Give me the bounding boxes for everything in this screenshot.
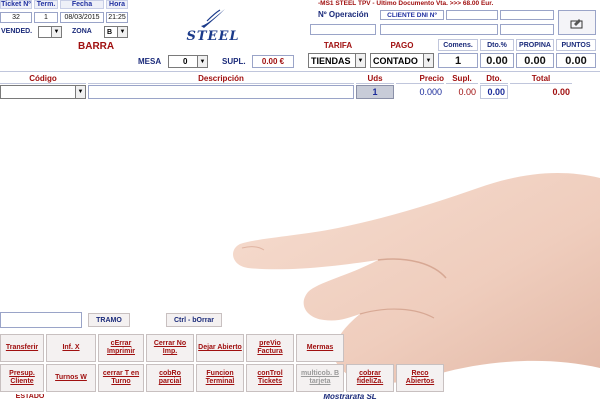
col-supl: Supl. bbox=[446, 74, 478, 84]
dto-row-field[interactable]: 0.00 bbox=[480, 85, 508, 99]
pago-label: PAGO bbox=[390, 41, 414, 50]
fecha-label: Fecha bbox=[60, 0, 104, 9]
cliente-field-a[interactable] bbox=[446, 10, 498, 20]
cliente-label: CLIENTE DNI Nº bbox=[380, 10, 444, 20]
dto-label: Dto.% bbox=[480, 39, 514, 51]
chevron-down-icon[interactable]: ▼ bbox=[75, 86, 85, 98]
zona-value: B bbox=[107, 28, 113, 36]
descripcion-field[interactable] bbox=[88, 85, 354, 99]
footer-company: Mostrarafa SL bbox=[323, 394, 377, 400]
steel-logo: STEEL bbox=[183, 2, 243, 48]
comens-field[interactable]: 1 bbox=[438, 53, 478, 68]
propina-label: PROPINA bbox=[516, 39, 554, 51]
term-label: Term. bbox=[34, 0, 58, 9]
cerrar-turno-button[interactable]: cerrar T en Turno bbox=[98, 364, 144, 392]
pago-value: CONTADO bbox=[373, 55, 418, 66]
tarifa-label: TARIFA bbox=[323, 41, 353, 50]
chevron-down-icon[interactable]: ▼ bbox=[51, 27, 61, 37]
supl-label: SUPL. bbox=[222, 57, 246, 66]
borrar-button[interactable]: Ctrl - bOrrar bbox=[166, 313, 222, 327]
vendedor-label: VENDED. bbox=[1, 28, 33, 35]
cobro-parcial-button[interactable]: cobRo parcial bbox=[146, 364, 194, 392]
comens-label: Comens. bbox=[438, 39, 478, 51]
col-codigo: Código bbox=[0, 74, 86, 84]
tarifa-select[interactable]: TIENDAS ▼ bbox=[308, 53, 366, 68]
precio-field[interactable]: 0.000 bbox=[396, 85, 444, 99]
cerrar-no-imp-button[interactable]: Cerrar No Imp. bbox=[146, 334, 194, 362]
tarifa-value: TIENDAS bbox=[311, 55, 351, 66]
status-marquee: -MS1 STEEL TPV - Ultimo Documento Vta. >… bbox=[318, 0, 494, 7]
col-precio: Precio bbox=[396, 74, 444, 84]
chevron-down-icon[interactable]: ▼ bbox=[423, 54, 433, 67]
hora-field[interactable]: 21:25 bbox=[106, 12, 128, 23]
chevron-down-icon[interactable]: ▼ bbox=[197, 56, 207, 67]
barra-label: BARRA bbox=[78, 41, 115, 52]
multicob-tarjeta-button[interactable]: multicob. B tarjeta bbox=[296, 364, 344, 392]
estado-label: ESTADO bbox=[15, 394, 45, 400]
operacion-field[interactable] bbox=[310, 24, 376, 35]
uds-field[interactable]: 1 bbox=[356, 85, 394, 99]
chevron-down-icon[interactable]: ▼ bbox=[117, 27, 127, 37]
vendedor-select[interactable]: ▼ bbox=[38, 26, 62, 38]
funcion-terminal-button[interactable]: Funcion Terminal bbox=[196, 364, 244, 392]
presup-cliente-button[interactable]: Presup. Cliente bbox=[0, 364, 44, 392]
transferir-button[interactable]: Transferir bbox=[0, 334, 44, 362]
codigo-select[interactable]: ▼ bbox=[0, 85, 86, 99]
cerrar-imprimir-button[interactable]: cErrar Imprimir bbox=[98, 334, 144, 362]
chevron-down-icon[interactable]: ▼ bbox=[355, 54, 365, 67]
dto-field[interactable]: 0.00 bbox=[480, 53, 514, 68]
puntos-field[interactable]: 0.00 bbox=[556, 53, 596, 68]
propina-field[interactable]: 0.00 bbox=[516, 53, 554, 68]
keyboard-button[interactable] bbox=[558, 10, 596, 35]
keyboard-edit-icon bbox=[570, 18, 583, 28]
control-tickets-button[interactable]: conTrol Tickets bbox=[246, 364, 294, 392]
cobrar-fideliza-button[interactable]: cobrar fideliZa. bbox=[346, 364, 394, 392]
previo-factura-button[interactable]: preVio Factura bbox=[246, 334, 294, 362]
col-uds: Uds bbox=[356, 74, 394, 84]
tramo-field[interactable] bbox=[0, 312, 82, 328]
hora-label: Hora bbox=[106, 0, 128, 9]
fecha-field[interactable]: 08/03/2015 bbox=[60, 12, 104, 23]
pago-select[interactable]: CONTADO ▼ bbox=[370, 53, 434, 68]
cliente-extra-field[interactable] bbox=[500, 24, 554, 35]
cliente-name-field[interactable] bbox=[380, 24, 498, 35]
divider bbox=[0, 71, 600, 72]
col-total: Total bbox=[510, 74, 572, 84]
logo-text: STEEL bbox=[186, 28, 240, 44]
mesa-label: MESA bbox=[138, 57, 162, 66]
operacion-label: Nº Operación bbox=[318, 10, 369, 19]
col-dto: Dto. bbox=[480, 74, 508, 84]
col-descripcion: Descripción bbox=[88, 74, 354, 84]
mermas-button[interactable]: Mermas bbox=[296, 334, 344, 362]
supl-row-field[interactable]: 0.00 bbox=[446, 85, 478, 99]
inf-x-button[interactable]: Inf. X bbox=[46, 334, 96, 362]
reco-abiertos-button[interactable]: Reco Abiertos bbox=[396, 364, 444, 392]
cliente-field-b[interactable] bbox=[500, 10, 554, 20]
supl-field[interactable]: 0.00 € bbox=[252, 55, 294, 68]
turnos-button[interactable]: Turnos W bbox=[46, 364, 96, 392]
ticket-no-field[interactable]: 32 bbox=[0, 12, 32, 23]
term-field[interactable]: 1 bbox=[34, 12, 58, 23]
dejar-abierto-button[interactable]: Dejar Abierto bbox=[196, 334, 244, 362]
zona-select[interactable]: B ▼ bbox=[104, 26, 128, 38]
puntos-label: PUNTOS bbox=[556, 39, 596, 51]
zona-label: ZONA bbox=[72, 28, 92, 35]
mesa-value: 0 bbox=[183, 57, 188, 66]
total-row-field[interactable]: 0.00 bbox=[510, 85, 572, 99]
mesa-select[interactable]: 0 ▼ bbox=[168, 55, 208, 68]
ticket-no-label: Ticket Nº bbox=[0, 0, 32, 9]
swoosh-icon bbox=[201, 8, 225, 28]
tramo-button[interactable]: TRAMO bbox=[88, 313, 130, 327]
